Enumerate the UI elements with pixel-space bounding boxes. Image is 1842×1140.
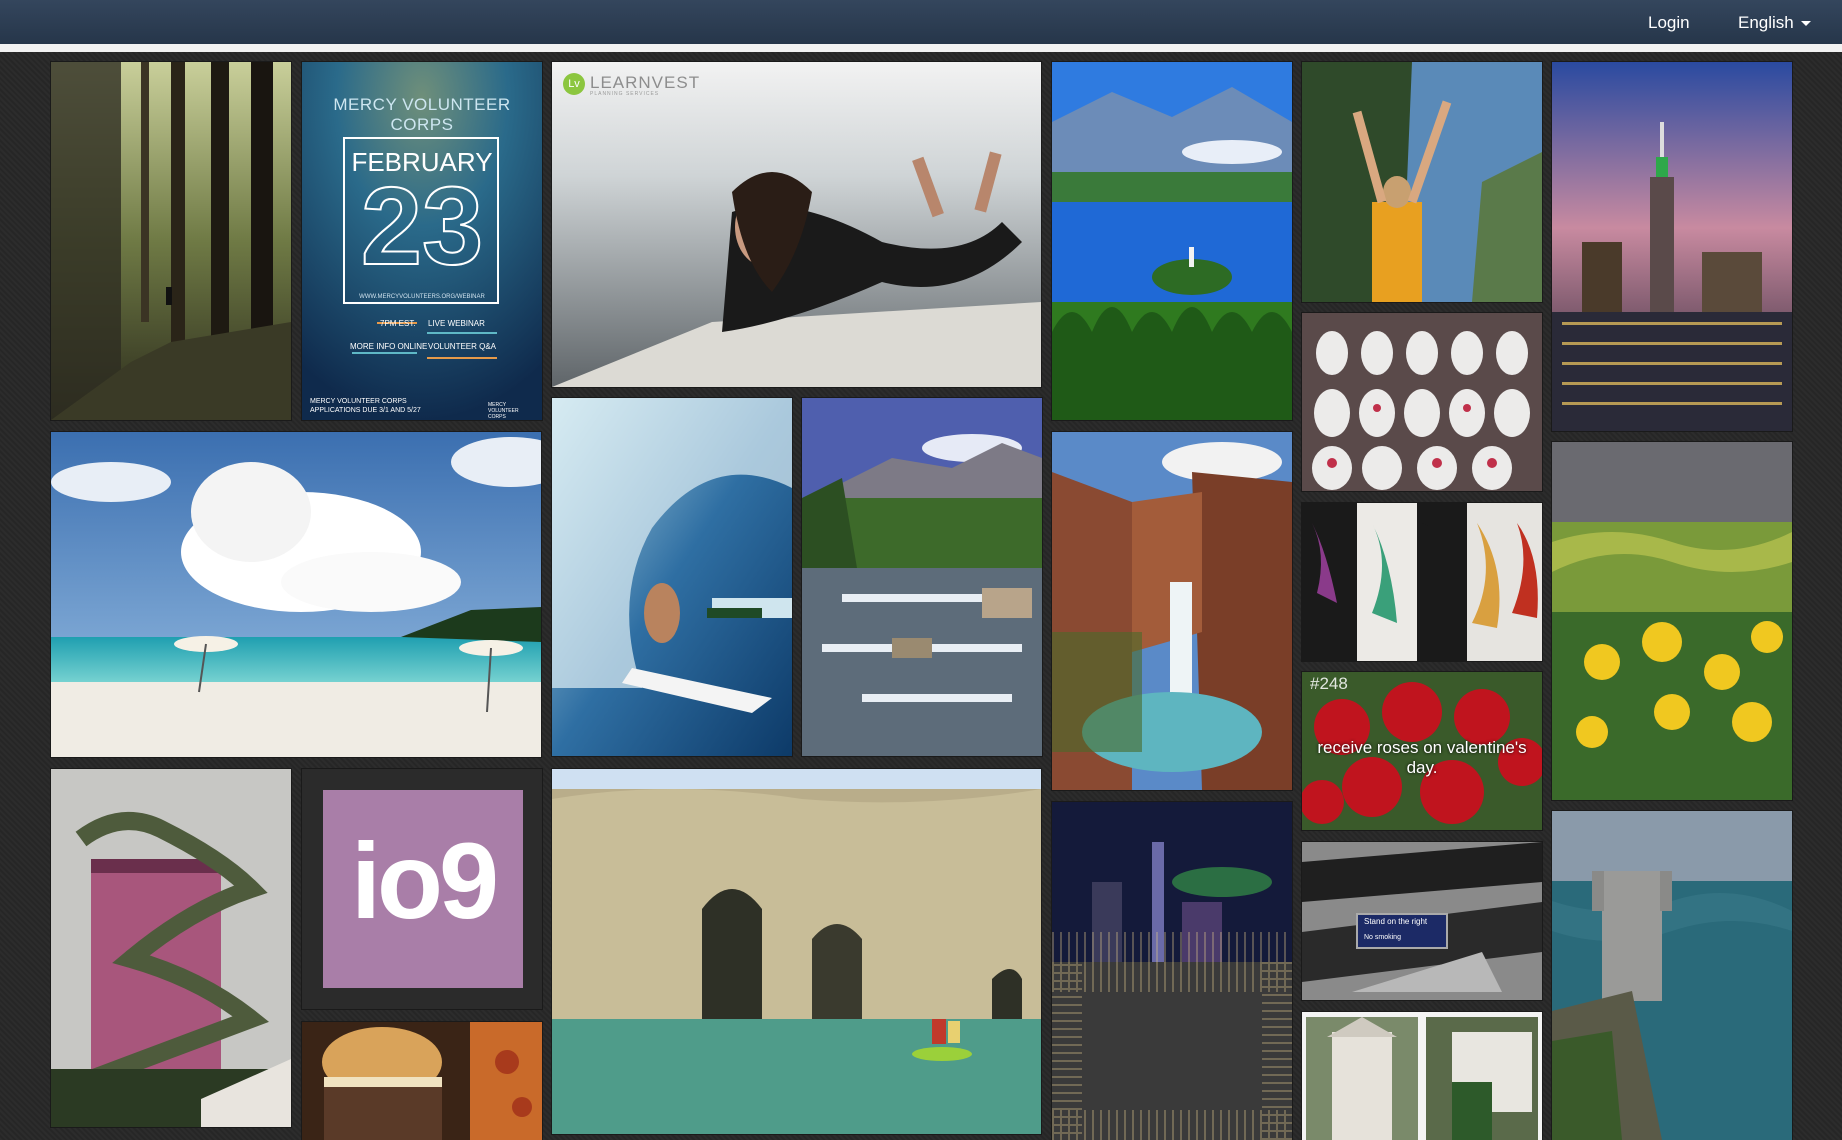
photo-tile-beach[interactable] — [51, 432, 541, 757]
photo-tile-desserts[interactable] — [1302, 313, 1542, 491]
new-york-empire-state-photo — [1552, 62, 1792, 431]
topbar-divider — [0, 44, 1842, 52]
valentines-number: #248 — [1310, 674, 1348, 693]
logo-tile-io9[interactable]: io9 — [302, 769, 542, 1009]
woman-on-surfboard-photo — [552, 62, 1041, 387]
photo-tile-city-night[interactable] — [1052, 802, 1292, 1140]
historic-houses-photo — [1302, 1012, 1542, 1140]
poster-footer-line2: APPLICATIONS DUE 3/1 AND 5/27 — [310, 407, 421, 414]
photo-tile-burger[interactable] — [302, 1022, 542, 1140]
photo-tile-wave-surfer[interactable] — [552, 398, 792, 756]
forest-path-photo — [51, 62, 291, 420]
mountain-stream-photo — [802, 398, 1042, 756]
poster-day: 23 — [360, 165, 484, 288]
poster-footer-line1: MERCY VOLUNTEER CORPS — [310, 398, 407, 405]
escalator-sign-line1: Stand on the right — [1364, 917, 1428, 926]
poster-qa: VOLUNTEER Q&A — [428, 342, 497, 351]
city-skyline-night-photo — [1052, 802, 1292, 1140]
beach-photo — [51, 432, 541, 757]
language-label: English — [1738, 13, 1794, 32]
dragon-temple-photo — [51, 769, 291, 1127]
photo-tile-escalator[interactable]: Stand on the right No smoking — [1302, 842, 1542, 1000]
hiker-arms-raised-photo — [1302, 62, 1542, 302]
kayakers-sea-caves-photo — [552, 769, 1041, 1134]
burger-photo — [302, 1022, 542, 1140]
canyon-waterfall-photo — [1052, 432, 1292, 790]
lake-island-church-photo — [1052, 62, 1292, 420]
photo-tile-flower-field[interactable] — [1552, 442, 1792, 800]
photo-tile-dragon-temple[interactable] — [51, 769, 291, 1127]
photo-tile-lake-bled[interactable] — [1052, 62, 1292, 420]
poster-webinar: LIVE WEBINAR — [428, 319, 485, 328]
poster-title: MERCY VOLUNTEER CORPS — [333, 95, 511, 134]
wildflower-hills-photo — [1552, 442, 1792, 800]
poster-url: WWW.MERCYVOLUNTEERS.ORG/WEBINAR — [359, 294, 485, 300]
language-dropdown[interactable]: English — [1738, 0, 1811, 44]
surfer-in-wave-photo — [552, 398, 792, 756]
photo-tile-houses[interactable] — [1302, 1012, 1542, 1140]
swallows-nest-castle-photo — [1552, 811, 1792, 1140]
login-link[interactable]: Login — [1648, 0, 1690, 44]
photo-tile-mountain-stream[interactable] — [802, 398, 1042, 756]
top-navigation-bar: Login English — [0, 0, 1842, 52]
photo-tile-waterfall-canyon[interactable] — [1052, 432, 1292, 790]
learnvest-logo-badge: Lv — [563, 73, 585, 95]
valentines-caption: receive roses on valentine's day. — [1317, 738, 1527, 777]
photo-tile-learnvest-surfer[interactable]: Lv LEARNVEST PLANNING SERVICES — [552, 62, 1041, 387]
escalator-sign-line2: No smoking — [1364, 934, 1401, 941]
princess-silhouette-shirts-photo — [1302, 503, 1542, 661]
io9-logo-box: io9 — [323, 790, 523, 988]
poster-more-info: MORE INFO ONLINE — [350, 342, 428, 351]
poster-seal: MERCY VOLUNTEER CORPS — [488, 402, 519, 420]
dessert-cups-photo — [1302, 313, 1542, 491]
photo-tile-nyc-skyline[interactable] — [1552, 62, 1792, 431]
io9-logo: io9 — [350, 820, 499, 941]
photo-tile-coastal-caves[interactable] — [552, 769, 1041, 1134]
photo-tile-hiker-cliff[interactable] — [1302, 62, 1542, 302]
poster-tile-mercy-volunteer[interactable]: MERCY VOLUNTEER CORPS FEBRUARY 23 WWW.ME… — [302, 62, 542, 420]
learnvest-logo-text: LEARNVEST — [590, 73, 701, 92]
photo-tile-forest-path[interactable] — [51, 62, 291, 420]
photo-tile-castle-cliff[interactable] — [1552, 811, 1792, 1140]
chevron-down-icon — [1800, 21, 1811, 27]
learnvest-logo-sub: PLANNING SERVICES — [590, 91, 660, 97]
photo-tile-princess-shirts[interactable] — [1302, 503, 1542, 661]
poster-time: 7PM EST. — [380, 319, 416, 328]
photo-tile-valentines-roses[interactable]: #248 receive roses on valentine's day. — [1302, 672, 1542, 830]
